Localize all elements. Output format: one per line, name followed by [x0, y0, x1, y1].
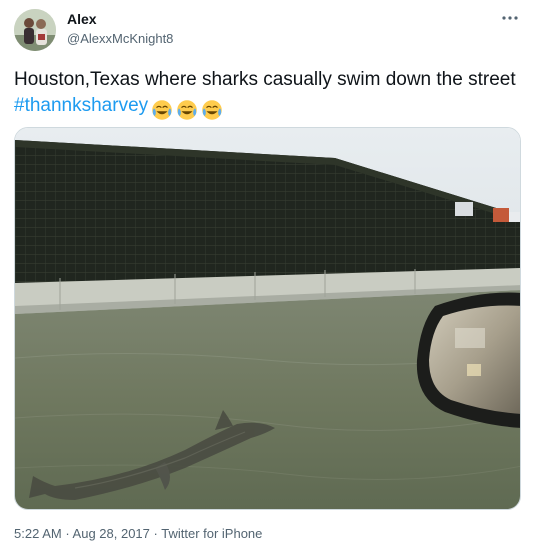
tweet-body: Houston,Texas where sharks casually swim… — [14, 69, 516, 90]
tweet-card: Alex @AlexxMcKnight8 Houston,Texas where… — [0, 0, 535, 541]
face-with-tears-of-joy-icon — [152, 100, 172, 120]
tweet-source[interactable]: Twitter for iPhone — [161, 526, 262, 541]
face-with-tears-of-joy-icon — [177, 100, 197, 120]
tweet-date[interactable]: Aug 28, 2017 — [73, 526, 150, 541]
hashtag-link[interactable]: #thannksharvey — [14, 95, 148, 116]
face-with-tears-of-joy-icon — [202, 100, 222, 120]
flooded-highway-photo — [15, 128, 520, 509]
tweet-time[interactable]: 5:22 AM — [14, 526, 62, 541]
meta-separator: · — [61, 526, 73, 541]
tweet-text: Houston,Texas where sharks casually swim… — [14, 67, 519, 123]
tweet-metadata: 5:22 AM · Aug 28, 2017 · Twitter for iPh… — [14, 526, 262, 541]
display-name[interactable]: Alex — [67, 11, 97, 27]
avatar[interactable] — [14, 9, 56, 51]
more-options-icon[interactable] — [499, 8, 521, 28]
emoji-group — [148, 97, 223, 123]
user-handle[interactable]: @AlexxMcKnight8 — [67, 31, 173, 46]
meta-separator: · — [149, 526, 162, 541]
tweet-photo[interactable] — [14, 127, 521, 510]
avatar-photo — [14, 9, 56, 51]
